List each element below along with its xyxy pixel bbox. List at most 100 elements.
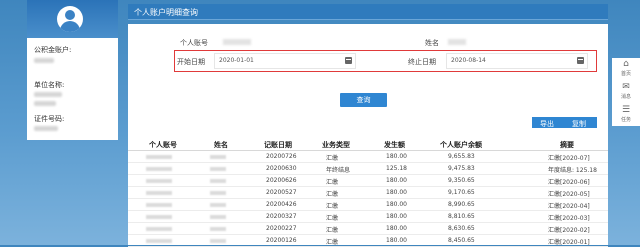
type-cell: 汇缴: [326, 215, 339, 222]
task-label: 任务: [620, 117, 631, 123]
account-cell: [146, 203, 172, 207]
name-cell: [210, 215, 226, 219]
balance-cell: 8,810.65: [448, 213, 475, 220]
summary-cell: 汇缴[2020-03]: [548, 215, 590, 222]
task-item[interactable]: ☰ 任务: [612, 104, 640, 126]
page-title: 个人账户明细查询: [134, 8, 198, 17]
table-row: 20200626 汇缴 180.00 9,350.65 汇缴[2020-06]: [128, 175, 608, 187]
table-toolbar: 导出 复制: [532, 117, 597, 128]
table-row: 20200630 年终结息 125.18 9,475.83 年度结息: 125.18: [128, 163, 608, 175]
query-button[interactable]: 查询: [340, 93, 387, 107]
date-cell: 20200630: [266, 165, 297, 172]
col-account: 个人账号: [149, 141, 177, 149]
summary-cell: 汇缴[2020-04]: [548, 203, 590, 210]
type-cell: 汇缴: [326, 227, 339, 234]
copy-button[interactable]: 复制: [572, 119, 586, 129]
calendar-icon[interactable]: [577, 57, 584, 64]
date-cell: 20200327: [266, 213, 297, 220]
col-balance: 个人账户余额: [440, 141, 482, 149]
task-icon: ☰: [621, 105, 631, 115]
amount-cell: 125.18: [386, 165, 407, 172]
summary-cell: 汇缴[2020-05]: [548, 191, 590, 198]
message-item[interactable]: ✉ 消息: [612, 81, 640, 103]
summary-cell: 汇缴[2020-06]: [548, 179, 590, 186]
amount-cell: 180.00: [386, 213, 407, 220]
amount-cell: 180.00: [386, 237, 407, 244]
account-cell: [146, 215, 172, 219]
balance-cell: 9,350.65: [448, 177, 475, 184]
name-cell: [210, 167, 226, 171]
company-value-2: [34, 101, 56, 106]
col-date: 记账日期: [264, 141, 292, 149]
table-header: 个人账号 姓名 记账日期 业务类型 发生额 个人账户余额 摘要: [128, 137, 608, 151]
col-type: 业务类型: [322, 141, 350, 149]
type-cell: 汇缴: [326, 179, 339, 186]
message-icon: ✉: [622, 82, 630, 92]
type-cell: 汇缴: [326, 203, 339, 210]
date-cell: 20200426: [266, 201, 297, 208]
account-value: [34, 58, 54, 63]
home-label: 首页: [620, 71, 631, 77]
type-cell: 年终结息: [326, 167, 351, 174]
side-toolbar: ⌂ 首页 ✉ 消息 ☰ 任务: [612, 58, 640, 126]
account-cell: [146, 179, 172, 183]
amount-cell: 180.00: [386, 201, 407, 208]
date-cell: 20200726: [266, 153, 297, 160]
user-panel-header: [27, 0, 118, 38]
name-cell: [210, 191, 226, 195]
account-cell: [146, 227, 172, 231]
date-cell: 20200527: [266, 189, 297, 196]
id-label: 证件号码:: [34, 115, 65, 123]
amount-cell: 180.00: [386, 177, 407, 184]
message-label: 消息: [620, 94, 631, 100]
summary-cell: 汇缴[2020-02]: [548, 227, 590, 234]
table-row: 20200126 汇缴 180.00 8,450.65 汇缴[2020-01]: [128, 235, 608, 247]
calendar-icon[interactable]: [345, 57, 352, 64]
detail-table: 个人账号 姓名 记账日期 业务类型 发生额 个人账户余额 摘要 20200726…: [128, 137, 608, 247]
name-field-label: 姓名: [425, 39, 439, 47]
account-label: 公积金账户:: [34, 46, 72, 54]
type-cell: 汇缴: [326, 155, 339, 162]
export-button[interactable]: 导出: [540, 119, 554, 129]
col-name: 姓名: [214, 141, 228, 149]
account-cell: [146, 167, 172, 171]
name-cell: [210, 155, 226, 159]
account-cell: [146, 239, 172, 243]
type-cell: 汇缴: [326, 191, 339, 198]
table-row: 20200426 汇缴 180.00 8,990.65 汇缴[2020-04]: [128, 199, 608, 211]
table-row: 20200726 汇缴 180.00 9,655.83 汇缴[2020-07]: [128, 151, 608, 163]
user-panel: 公积金账户: 单位名称: 证件号码:: [27, 0, 118, 140]
balance-cell: 8,990.65: [448, 201, 475, 208]
date-cell: 20200126: [266, 237, 297, 244]
table-row: 20200327 汇缴 180.00 8,810.65 汇缴[2020-03]: [128, 211, 608, 223]
amount-cell: 180.00: [386, 225, 407, 232]
col-summary: 摘要: [560, 141, 574, 149]
main-panel: 个人账号 姓名 开始日期 2020-01-01 终止日期 2020-08-14 …: [128, 24, 608, 247]
summary-cell: 年度结息: 125.18: [548, 167, 597, 174]
account-cell: [146, 155, 172, 159]
name-field-value: [448, 39, 466, 45]
table-row: 20200227 汇缴 180.00 8,630.65 汇缴[2020-02]: [128, 223, 608, 235]
start-date-value: 2020-01-01: [219, 57, 254, 64]
date-cell: 20200626: [266, 177, 297, 184]
end-date-input[interactable]: 2020-08-14: [446, 53, 588, 69]
home-item[interactable]: ⌂ 首页: [612, 58, 640, 80]
balance-cell: 8,450.65: [448, 237, 475, 244]
name-cell: [210, 203, 226, 207]
account-field-value: [223, 39, 251, 45]
end-date-label: 终止日期: [408, 58, 436, 66]
amount-cell: 180.00: [386, 153, 407, 160]
summary-cell: 汇缴[2020-07]: [548, 155, 590, 162]
name-cell: [210, 227, 226, 231]
balance-cell: 9,655.83: [448, 153, 475, 160]
start-date-input[interactable]: 2020-01-01: [214, 53, 356, 69]
end-date-value: 2020-08-14: [451, 57, 486, 64]
amount-cell: 180.00: [386, 189, 407, 196]
avatar-icon: [57, 6, 83, 32]
balance-cell: 9,475.83: [448, 165, 475, 172]
home-icon: ⌂: [623, 59, 629, 69]
balance-cell: 8,630.65: [448, 225, 475, 232]
start-date-label: 开始日期: [177, 58, 205, 66]
name-cell: [210, 239, 226, 243]
col-amount: 发生额: [384, 141, 405, 149]
